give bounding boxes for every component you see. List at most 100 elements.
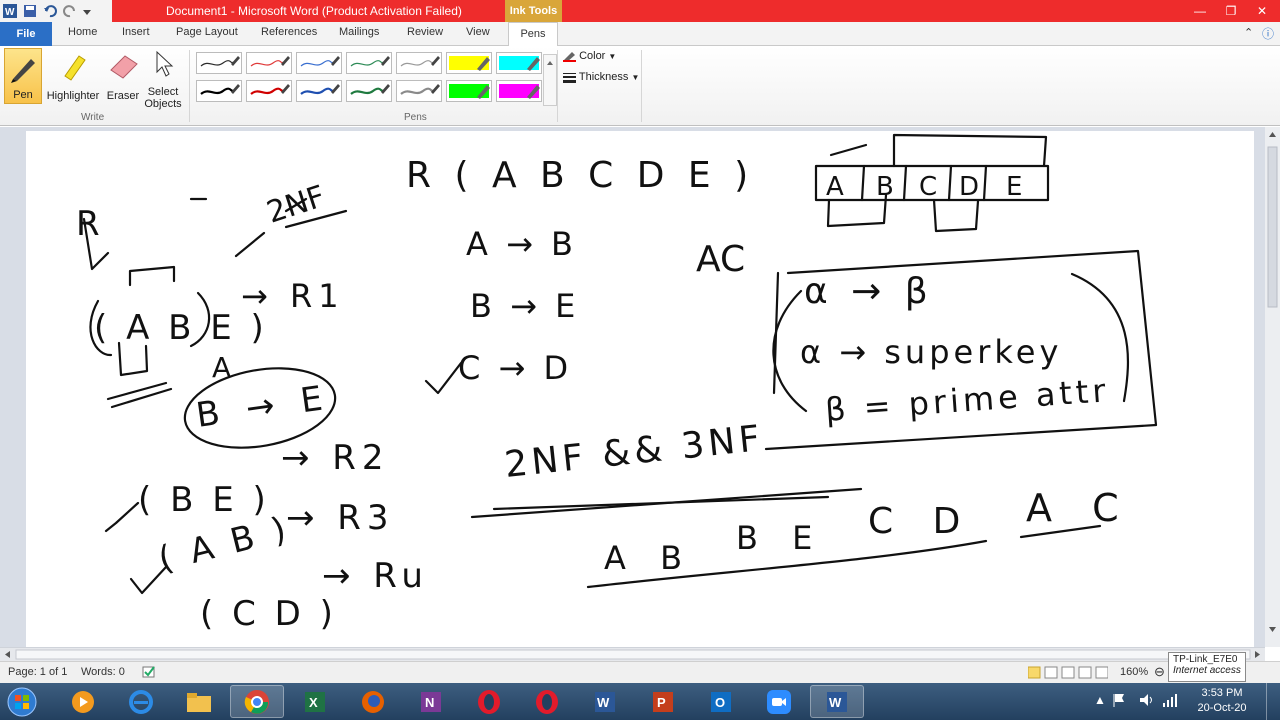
media-player-icon xyxy=(72,690,94,713)
svg-text:W: W xyxy=(597,695,610,710)
zoom-out-icon[interactable]: ⊖ xyxy=(1154,664,1165,680)
svg-text:W: W xyxy=(829,695,842,710)
ink-result-cd: C D xyxy=(868,501,974,542)
ink-table-divider xyxy=(902,164,908,202)
view-buttons[interactable] xyxy=(1027,666,1109,683)
windows-taskbar: X N W P O W ▲ 3:53 PM 20-Oct-20 xyxy=(0,683,1280,720)
pen-swatch[interactable] xyxy=(246,52,292,74)
taskbar-opera[interactable] xyxy=(462,685,516,718)
horizontal-scrollbar[interactable] xyxy=(0,647,1265,661)
tab-file[interactable]: File xyxy=(0,22,52,46)
ink-box-superkey: α → superkey xyxy=(800,333,1062,371)
save-icon[interactable] xyxy=(22,3,38,19)
tab-home[interactable]: Home xyxy=(68,26,97,38)
tab-insert[interactable]: Insert xyxy=(122,26,150,38)
opera-icon xyxy=(536,689,558,714)
flag-icon[interactable] xyxy=(1112,692,1126,713)
proofing-icon[interactable] xyxy=(142,665,156,682)
eraser-button[interactable]: Eraser xyxy=(104,48,142,104)
pen-swatch[interactable] xyxy=(496,80,542,102)
tab-view[interactable]: View xyxy=(466,26,490,38)
tab-mailings[interactable]: Mailings xyxy=(339,26,379,38)
svg-text:X: X xyxy=(309,695,318,710)
taskbar-excel[interactable]: X xyxy=(288,685,342,718)
pen-swatch[interactable] xyxy=(396,52,442,74)
pen-stroke-icon xyxy=(300,84,340,95)
taskbar-file-explorer[interactable] xyxy=(172,685,226,718)
pen-gallery-scroll[interactable] xyxy=(543,54,557,106)
minimize-icon[interactable]: — xyxy=(1188,0,1212,22)
ink-fd2: B → E xyxy=(470,287,579,325)
color-label: Color xyxy=(579,50,606,62)
taskbar-word-active[interactable]: W xyxy=(810,685,864,718)
clock-time: 3:53 PM xyxy=(1201,687,1243,699)
taskbar-media-player[interactable] xyxy=(56,685,110,718)
show-hidden-icons[interactable]: ▲ xyxy=(1094,693,1106,707)
network-icon[interactable] xyxy=(1162,692,1178,713)
show-desktop-button[interactable] xyxy=(1266,683,1280,720)
tab-pens[interactable]: Pens xyxy=(508,22,558,47)
pen-swatch[interactable] xyxy=(296,52,342,74)
pen-swatch[interactable] xyxy=(446,80,492,102)
word-app-icon[interactable]: W xyxy=(2,3,18,19)
redo-icon[interactable] xyxy=(62,3,78,19)
pen-stroke-icon xyxy=(400,56,440,67)
word-count[interactable]: Words: 0 xyxy=(81,666,125,678)
ink-r2: → R2 xyxy=(281,438,390,478)
pen-swatch[interactable] xyxy=(446,52,492,74)
taskbar-internet-explorer[interactable] xyxy=(114,685,168,718)
group-separator xyxy=(189,50,190,122)
tab-page-layout[interactable]: Page Layout xyxy=(176,26,238,38)
select-objects-button[interactable]: Select Objects xyxy=(143,48,183,110)
document-page[interactable]: R 2NF R ( A B C D E ) A → B B → E C → D … xyxy=(26,131,1254,647)
taskbar-opera-2[interactable] xyxy=(520,685,574,718)
thickness-command[interactable]: Thickness ▼ xyxy=(563,71,639,83)
ink-box-prime: β = prime attr xyxy=(824,371,1111,429)
pen-swatch[interactable] xyxy=(196,52,242,74)
onenote-icon: N xyxy=(421,691,441,712)
minimize-ribbon-icon[interactable]: ⌃ xyxy=(1244,26,1253,39)
page-count[interactable]: Page: 1 of 1 xyxy=(8,666,67,678)
dropdown-arrow-icon: ▼ xyxy=(631,73,640,82)
pen-swatch[interactable] xyxy=(296,80,342,102)
ink-table-cell: C xyxy=(919,172,937,202)
pen-swatch[interactable] xyxy=(496,52,542,74)
restore-icon[interactable]: ❐ xyxy=(1219,0,1243,22)
pen-swatch[interactable] xyxy=(396,80,442,102)
taskbar-outlook[interactable]: O xyxy=(694,685,748,718)
volume-icon[interactable] xyxy=(1138,692,1154,713)
taskbar-word[interactable]: W xyxy=(578,685,632,718)
ink-stroke xyxy=(110,387,173,409)
taskbar-powerpoint[interactable]: P xyxy=(636,685,690,718)
tab-references[interactable]: References xyxy=(261,26,317,38)
pen-swatch[interactable] xyxy=(246,80,292,102)
taskbar-firefox[interactable] xyxy=(346,685,400,718)
pen-button[interactable]: Pen xyxy=(4,48,42,104)
undo-icon[interactable] xyxy=(42,3,58,19)
highlighter-button[interactable]: Highlighter xyxy=(44,48,102,104)
taskbar-onenote[interactable]: N xyxy=(404,685,458,718)
taskbar-chrome[interactable] xyxy=(230,685,284,718)
pen-swatch[interactable] xyxy=(346,80,392,102)
vertical-scrollbar[interactable] xyxy=(1265,127,1280,647)
color-command[interactable]: Color ▼ xyxy=(563,50,616,62)
ink-relation: R ( A B C D E ) xyxy=(406,155,754,196)
window-title: Document1 - Microsoft Word (Product Acti… xyxy=(166,4,462,18)
tab-review[interactable]: Review xyxy=(407,26,443,38)
start-button[interactable] xyxy=(2,685,42,718)
ink-result-ab: A B xyxy=(604,539,694,577)
pen-swatch[interactable] xyxy=(346,52,392,74)
zoom-level[interactable]: 160% xyxy=(1120,666,1148,678)
close-icon[interactable]: ✕ xyxy=(1250,0,1274,22)
help-icon[interactable]: ⓘ xyxy=(1262,25,1274,42)
customize-qat-icon[interactable] xyxy=(82,3,98,19)
highlighter-label: Highlighter xyxy=(46,90,100,102)
ink-stroke xyxy=(829,143,868,157)
pen-swatch[interactable] xyxy=(196,80,242,102)
ink-canvas[interactable]: R 2NF R ( A B C D E ) A → B B → E C → D … xyxy=(26,131,1254,647)
firefox-icon xyxy=(362,690,384,713)
ink-r1: → R1 xyxy=(241,277,345,315)
zoom-icon xyxy=(767,689,791,714)
taskbar-clock[interactable]: 3:53 PM 20-Oct-20 xyxy=(1190,686,1254,716)
taskbar-zoom[interactable] xyxy=(752,685,806,718)
